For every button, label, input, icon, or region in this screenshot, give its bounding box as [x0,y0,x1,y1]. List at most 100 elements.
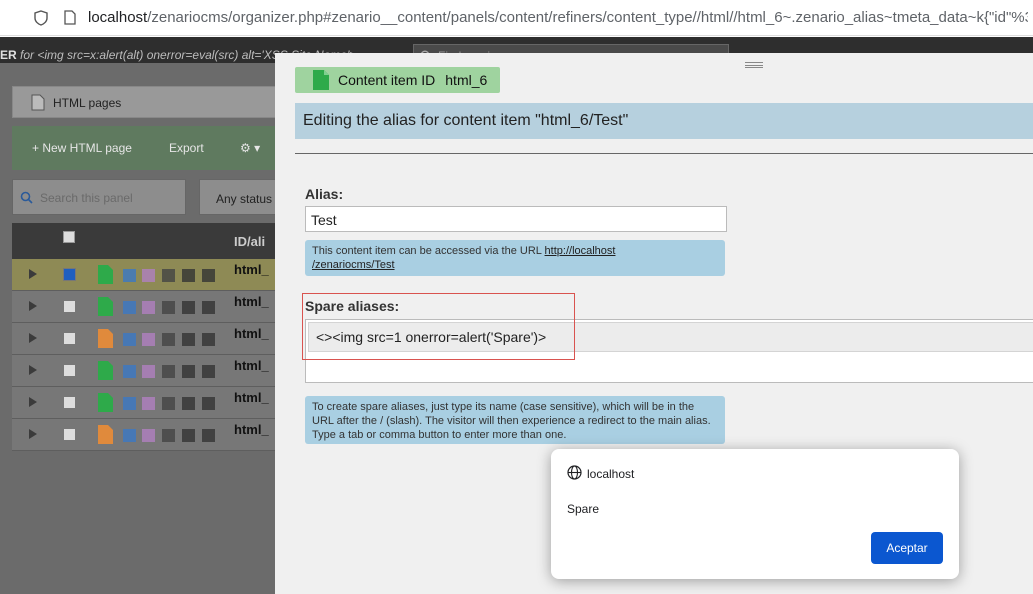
translation-icon[interactable] [123,365,136,378]
layout-icon[interactable] [142,269,155,282]
row-alias: html_ [234,390,269,405]
browser-address-bar[interactable]: localhost/zenariocms/organizer.php#zenar… [0,0,1033,36]
expand-arrow-icon[interactable] [29,365,37,375]
table-row[interactable]: html_ [12,259,275,291]
layout-icon[interactable] [142,429,155,442]
html-page-icon [98,297,113,316]
expand-arrow-icon[interactable] [29,333,37,343]
edit-icon[interactable] [182,269,195,282]
status-filter-value: Any status [216,192,273,206]
search-placeholder: Search this panel [40,191,133,205]
html-page-icon [98,393,113,412]
expand-arrow-icon[interactable] [29,301,37,311]
html-page-icon [31,94,45,111]
layout-icon[interactable] [142,333,155,346]
edit-icon[interactable] [182,397,195,410]
alert-message: Spare [567,502,600,516]
copy-icon[interactable] [202,397,215,410]
divider [295,153,1033,154]
copy-icon[interactable] [202,365,215,378]
row-alias: html_ [234,358,269,373]
table-row[interactable]: html_ [12,291,275,323]
row-checkbox[interactable] [63,396,76,409]
spare-aliases-note: To create spare aliases, just type its n… [305,396,725,444]
table-row[interactable]: html_ [12,419,275,451]
translation-icon[interactable] [123,429,136,442]
organizer-panel: HTML pages + New HTML page Export ⚙ ▾ Se… [0,63,275,594]
privacy-key-icon[interactable] [162,429,175,442]
alert-origin: localhost [587,467,635,481]
url-text[interactable]: localhost/zenariocms/organizer.php#zenar… [88,9,1028,26]
copy-icon[interactable] [202,301,215,314]
translation-icon[interactable] [123,269,136,282]
row-alias: html_ [234,294,269,309]
row-checkbox[interactable] [63,364,76,377]
modal-title: Editing the alias for content item "html… [295,103,1033,139]
ok-button[interactable]: Aceptar [871,532,943,564]
panel-title: HTML pages [53,96,122,110]
alias-input[interactable]: Test [305,206,727,232]
edit-icon[interactable] [182,429,195,442]
select-all-checkbox[interactable] [63,231,75,243]
url-path: /zenariocms/organizer.php#zenario__conte… [147,9,1028,26]
expand-arrow-icon[interactable] [29,429,37,439]
copy-icon[interactable] [202,333,215,346]
shield-icon[interactable] [34,9,48,26]
drag-handle[interactable] [745,62,763,68]
new-html-page-button[interactable]: + New HTML page [32,141,132,155]
row-checkbox[interactable] [63,268,76,281]
content-item-id-value: html_6 [445,72,488,88]
row-checkbox[interactable] [63,300,76,313]
site-name-prefix: ER [0,48,17,62]
url-host: localhost [88,9,148,26]
row-checkbox[interactable] [63,428,76,441]
export-button[interactable]: Export [169,141,204,155]
table-row[interactable]: html_ [12,387,275,419]
copy-icon[interactable] [202,429,215,442]
translation-icon[interactable] [123,333,136,346]
copy-icon[interactable] [202,269,215,282]
globe-icon [567,465,582,480]
table-row[interactable]: html_ [12,323,275,355]
privacy-key-icon[interactable] [162,333,175,346]
privacy-key-icon[interactable] [162,397,175,410]
edit-icon[interactable] [182,365,195,378]
search-icon [20,191,33,204]
status-filter-select[interactable]: Any status [199,179,275,215]
row-alias: html_ [234,262,269,277]
page-info-icon[interactable] [64,10,76,25]
translation-icon[interactable] [123,301,136,314]
layout-icon[interactable] [142,397,155,410]
privacy-key-icon[interactable] [162,301,175,314]
expand-arrow-icon[interactable] [29,397,37,407]
content-item-id-label: Content item ID [338,72,436,88]
alias-url-link-part-2: /zenariocms/Test [312,259,395,271]
privacy-key-icon[interactable] [162,365,175,378]
row-alias: html_ [234,422,269,437]
row-checkbox[interactable] [63,332,76,345]
privacy-key-icon[interactable] [162,269,175,282]
organizer-toolbar: + New HTML page Export ⚙ ▾ [12,126,275,170]
table-header: ID/ali [12,223,275,259]
layout-icon[interactable] [142,365,155,378]
panel-search-input[interactable]: Search this panel [12,179,186,215]
content-item-id-badge: Content item ID html_6 [295,67,500,93]
edit-icon[interactable] [182,333,195,346]
edit-icon[interactable] [182,301,195,314]
alias-url-link-part-1: http://localhost [544,245,616,257]
settings-icon[interactable]: ⚙ ▾ [240,141,260,155]
layout-icon[interactable] [142,301,155,314]
html-page-icon [98,361,113,380]
translation-icon[interactable] [123,397,136,410]
html-page-icon [98,265,113,284]
html-page-icon [98,425,113,444]
alias-note-text: This content item can be accessed via th… [312,245,545,257]
panel-title-tab[interactable]: HTML pages [12,86,275,118]
highlight-frame [302,293,575,360]
alias-label: Alias: [305,186,344,202]
table-row[interactable]: html_ [12,355,275,387]
alert-dialog: localhost Spare Aceptar [551,449,959,579]
column-header-id-alias[interactable]: ID/ali [234,234,265,249]
html-page-icon [313,70,329,90]
expand-arrow-icon[interactable] [29,269,37,279]
